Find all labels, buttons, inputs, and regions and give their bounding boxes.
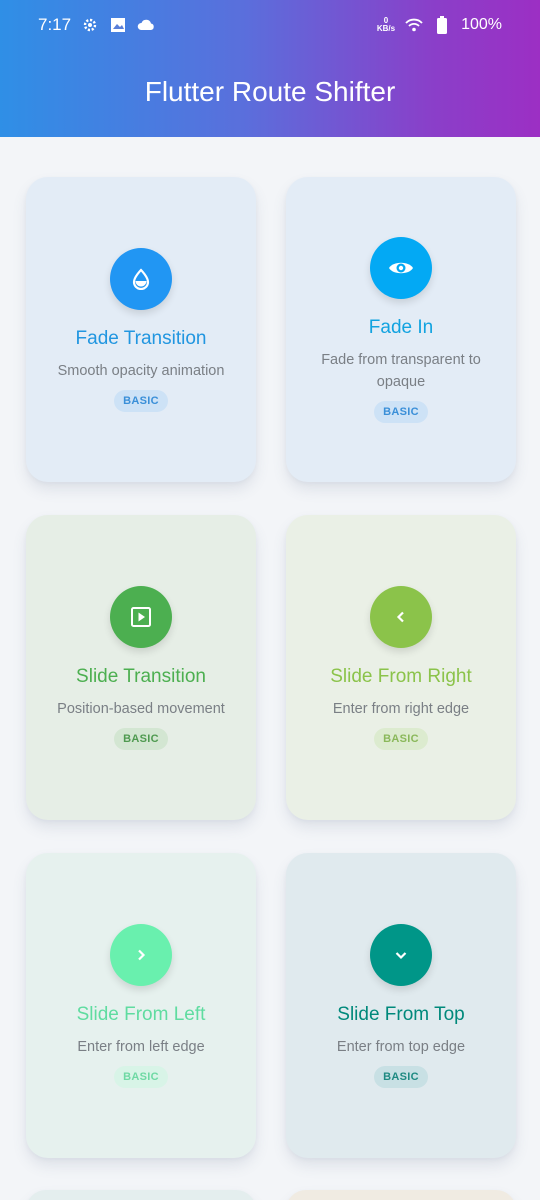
card-fade-transition[interactable]: Fade Transition Smooth opacity animation… bbox=[26, 177, 256, 482]
card-title: Fade In bbox=[368, 316, 434, 338]
status-left: 7:17 bbox=[38, 15, 155, 35]
card-slide-transition[interactable]: Slide Transition Position-based movement… bbox=[26, 515, 256, 820]
card-slide-from-right[interactable]: Slide From Right Enter from right edge B… bbox=[286, 515, 516, 820]
status-right: 0 KB/s 100% bbox=[377, 16, 502, 34]
card-slide-from-left[interactable]: Slide From Left Enter from left edge BAS… bbox=[26, 853, 256, 1158]
card-description: Enter from right edge bbox=[332, 700, 470, 717]
cloud-icon bbox=[137, 16, 155, 34]
status-time: 7:17 bbox=[38, 15, 72, 34]
category-badge: BASIC bbox=[114, 1065, 168, 1088]
network-speed: 0 KB/s bbox=[377, 17, 395, 33]
chevron-right-icon bbox=[110, 923, 172, 986]
wifi-icon bbox=[405, 16, 423, 34]
card-fade-in[interactable]: Fade In Fade from transparent to opaque … bbox=[286, 177, 516, 482]
eye-icon bbox=[370, 236, 432, 299]
play-square-icon bbox=[110, 585, 172, 648]
app-bar: 7:17 0 KB/s 100% Flutter Route Shifter bbox=[0, 0, 540, 137]
card-partial[interactable] bbox=[286, 1190, 516, 1200]
card-description: Smooth opacity animation bbox=[57, 362, 225, 379]
category-badge: BASIC bbox=[114, 389, 168, 412]
category-badge: BASIC bbox=[374, 400, 428, 423]
card-description: Enter from left edge bbox=[77, 1038, 205, 1055]
category-badge: BASIC bbox=[374, 727, 428, 750]
gallery-icon bbox=[109, 16, 127, 34]
card-title: Slide From Right bbox=[330, 665, 472, 687]
card-slide-from-top[interactable]: Slide From Top Enter from top edge BASIC bbox=[286, 853, 516, 1158]
chevron-down-icon bbox=[370, 923, 432, 986]
card-description: Position-based movement bbox=[57, 700, 225, 717]
transition-grid: Fade Transition Smooth opacity animation… bbox=[0, 137, 540, 1200]
card-partial[interactable] bbox=[26, 1190, 256, 1200]
chevron-left-icon bbox=[370, 585, 432, 648]
card-description: Enter from top edge bbox=[336, 1038, 466, 1055]
battery-icon bbox=[433, 16, 451, 34]
settings-icon bbox=[81, 16, 99, 34]
category-badge: BASIC bbox=[374, 1065, 428, 1088]
card-title: Slide From Left bbox=[76, 1003, 206, 1025]
card-title: Fade Transition bbox=[75, 327, 207, 349]
network-speed-unit: KB/s bbox=[376, 24, 396, 33]
card-title: Slide From Top bbox=[337, 1003, 465, 1025]
status-bar: 7:17 0 KB/s 100% bbox=[0, 0, 540, 50]
battery-percentage: 100% bbox=[461, 16, 502, 33]
card-title: Slide Transition bbox=[76, 665, 206, 687]
water-drop-icon bbox=[110, 247, 172, 310]
card-description: Fade from transparent to opaque bbox=[321, 351, 481, 390]
app-title: Flutter Route Shifter bbox=[144, 76, 396, 107]
category-badge: BASIC bbox=[114, 727, 168, 750]
